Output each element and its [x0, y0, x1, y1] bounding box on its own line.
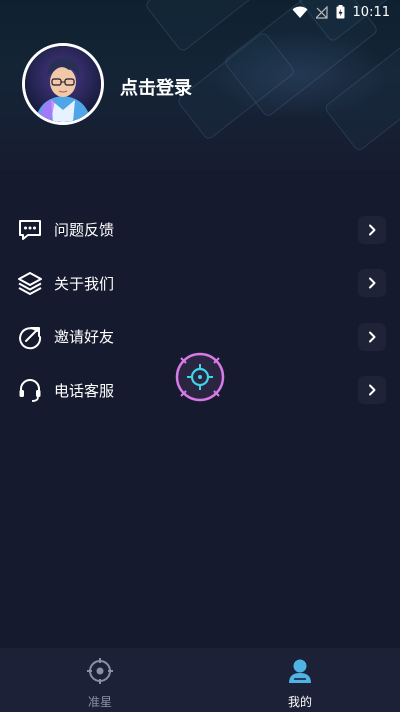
chevron-right-icon	[358, 269, 386, 298]
tab-mine[interactable]: 我的	[200, 648, 400, 712]
tab-label: 准星	[87, 695, 112, 709]
menu-item-label: 电话客服	[54, 381, 115, 400]
menu-item-label: 邀请好友	[54, 328, 115, 347]
no-signal-icon	[315, 5, 328, 19]
layers-icon	[17, 270, 43, 296]
share-arrow-icon	[17, 324, 43, 350]
chevron-right-icon	[358, 376, 386, 405]
chevron-right-icon	[358, 322, 386, 351]
feedback-icon	[17, 217, 43, 243]
wifi-icon	[292, 6, 308, 19]
menu-item-label: 问题反馈	[54, 221, 115, 240]
login-button[interactable]: 点击登录	[120, 74, 192, 100]
battery-icon	[336, 5, 345, 19]
status-time: 10:11	[352, 4, 390, 20]
crosshair-icon	[86, 657, 114, 689]
menu-item-feedback[interactable]: 问题反馈	[0, 203, 400, 257]
avatar[interactable]	[22, 43, 104, 125]
person-icon	[286, 657, 314, 689]
menu-item-about[interactable]: 关于我们	[0, 257, 400, 311]
chevron-right-icon	[358, 215, 386, 244]
floating-crosshair-icon[interactable]	[174, 351, 226, 403]
menu-item-label: 关于我们	[54, 274, 115, 293]
bottom-tab-bar: 准星 我的	[0, 648, 400, 712]
tab-crosshair[interactable]: 准星	[0, 648, 200, 712]
tab-label: 我的	[287, 695, 312, 709]
status-bar: 10:11	[0, 0, 400, 24]
headset-icon	[17, 377, 43, 403]
